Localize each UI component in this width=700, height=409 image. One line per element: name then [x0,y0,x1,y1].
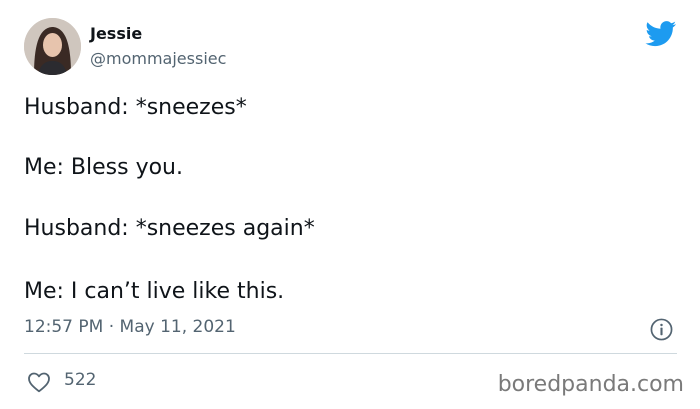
author-handle[interactable]: @mommajessiec [90,49,226,68]
avatar[interactable] [24,18,81,75]
info-icon[interactable] [650,318,673,341]
tweet-text-line: Me: Bless you. [24,155,183,180]
tweet-text-line: Husband: *sneezes again* [24,216,315,241]
like-count[interactable]: 522 [64,370,96,390]
tweet-card: Jessie @mommajessiec Husband: *sneezes* … [0,0,700,409]
divider [24,353,677,354]
source-watermark: boredpanda.com [497,372,684,397]
avatar-photo [24,18,81,75]
author-name[interactable]: Jessie [90,24,142,43]
tweet-text-line: Me: I can’t live like this. [24,279,285,304]
tweet-text-line: Husband: *sneezes* [24,95,247,120]
tweet-timestamp[interactable]: 12:57 PM · May 11, 2021 [24,317,236,337]
twitter-bird-icon[interactable] [645,21,677,47]
heart-icon[interactable] [27,371,51,393]
